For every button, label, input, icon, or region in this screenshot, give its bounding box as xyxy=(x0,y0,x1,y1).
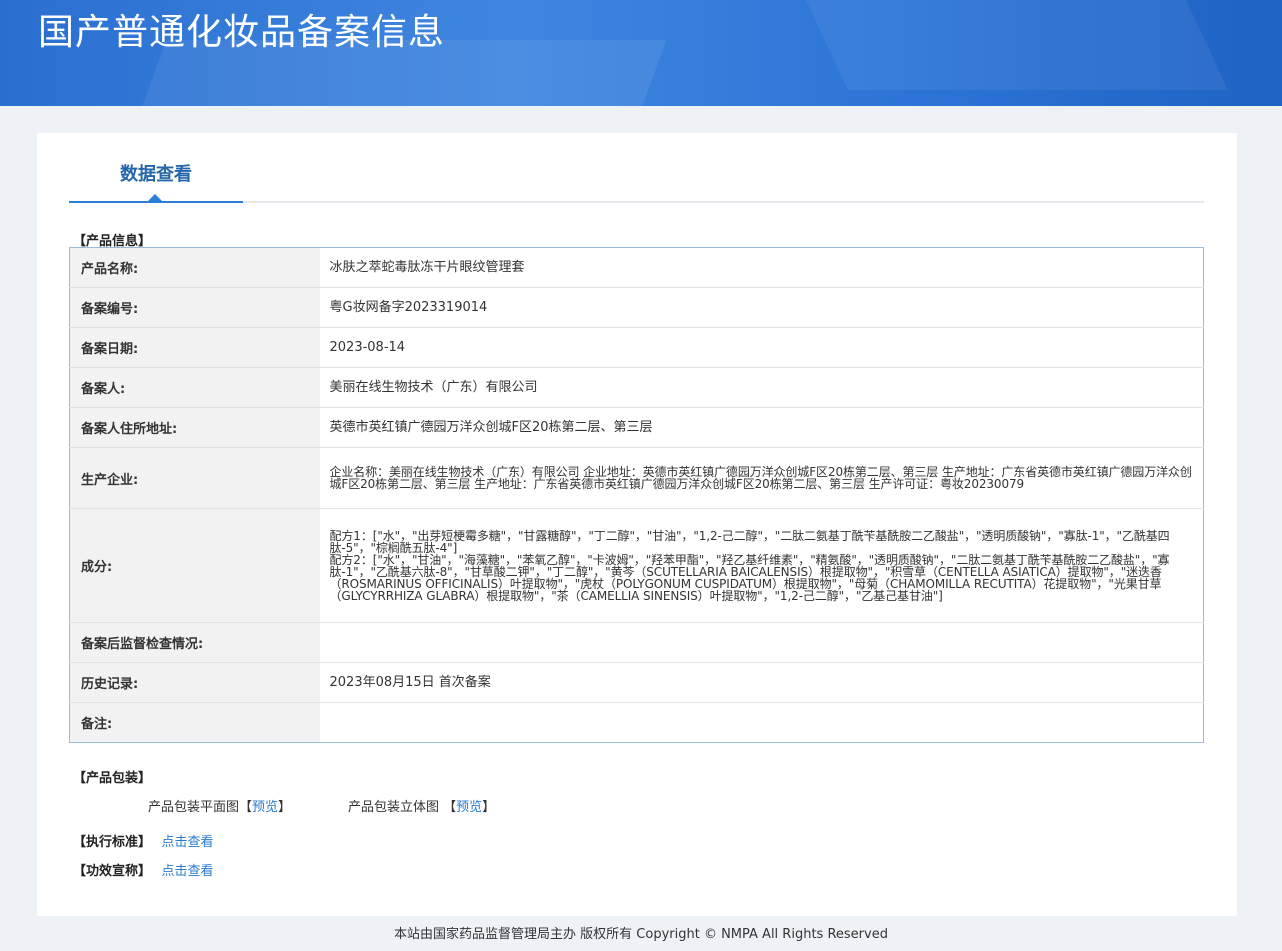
table-row: 备案人住所地址: 英德市英红镇广德园万洋众创城F区20栋第二层、第三层 xyxy=(69,407,1204,448)
row-key: 备案后监督检查情况: xyxy=(69,622,320,663)
row-key: 产品名称: xyxy=(69,247,320,288)
row-key: 备注: xyxy=(69,702,320,743)
packaging-solid-preview-link[interactable]: 预览 xyxy=(456,800,482,815)
row-value: 美丽在线生物技术（广东）有限公司 xyxy=(319,367,1204,408)
formula-1: 配方1：["水"，"出芽短梗霉多糖"，"甘露糖醇"，"丁二醇"，"甘油"，"1,… xyxy=(329,528,1170,555)
row-key: 备案人住所地址: xyxy=(69,407,320,448)
table-row: 成分: 配方1：["水"，"出芽短梗霉多糖"，"甘露糖醇"，"丁二醇"，"甘油"… xyxy=(69,508,1204,623)
row-value: 2023年08月15日 首次备案 xyxy=(319,662,1204,703)
efficacy-view-link[interactable]: 点击查看 xyxy=(162,864,214,879)
table-row: 备注: xyxy=(69,702,1204,743)
row-value: 粤G妆网备字2023319014 xyxy=(319,287,1204,328)
tab-label: 数据查看 xyxy=(120,164,192,185)
table-row: 生产企业: 企业名称：美丽在线生物技术（广东）有限公司 企业地址：英德市英红镇广… xyxy=(69,447,1204,509)
row-value xyxy=(319,622,1204,663)
tab-data-view[interactable]: 数据查看 xyxy=(69,133,243,203)
table-row: 备案编号: 粤G妆网备字2023319014 xyxy=(69,287,1204,328)
section-standard: 【执行标准】 点击查看 xyxy=(73,831,214,850)
table-row: 备案日期: 2023-08-14 xyxy=(69,327,1204,368)
table-row: 备案人: 美丽在线生物技术（广东）有限公司 xyxy=(69,367,1204,408)
row-key: 成分: xyxy=(69,508,320,623)
section-title-standard: 【执行标准】 xyxy=(73,835,152,850)
row-key: 备案人: xyxy=(69,367,320,408)
header-decoration xyxy=(792,0,1228,90)
page-header: 国产普通化妆品备案信息 xyxy=(0,0,1282,106)
tab-indicator-arrow-icon xyxy=(148,194,162,201)
table-row: 历史记录: 2023年08月15日 首次备案 xyxy=(69,662,1204,703)
packaging-solid: 产品包装立体图 【预览】 xyxy=(348,800,496,815)
table-row: 备案后监督检查情况: xyxy=(69,622,1204,663)
row-value: 2023-08-14 xyxy=(319,327,1204,368)
row-key: 备案编号: xyxy=(69,287,320,328)
page-footer: 本站由国家药品监督管理局主办 版权所有 Copyright © NMPA All… xyxy=(394,927,888,942)
row-value: 企业名称：美丽在线生物技术（广东）有限公司 企业地址：英德市英红镇广德园万洋众创… xyxy=(319,447,1204,509)
product-info-table: 产品名称: 冰肤之萃蛇毒肽冻干片眼纹管理套 备案编号: 粤G妆网备字202331… xyxy=(69,247,1204,743)
row-value: 英德市英红镇广德园万洋众创城F区20栋第二层、第三层 xyxy=(319,407,1204,448)
table-row: 产品名称: 冰肤之萃蛇毒肽冻干片眼纹管理套 xyxy=(69,247,1204,288)
page-title: 国产普通化妆品备案信息 xyxy=(38,12,446,53)
packaging-flat-preview-link[interactable]: 预览 xyxy=(252,800,278,815)
row-key: 历史记录: xyxy=(69,662,320,703)
formula-2: 配方2：["水"，"甘油"，"海藻糖"，"苯氧乙醇"，"卡波姆"，"羟苯甲酯"，… xyxy=(329,552,1170,603)
row-value: 冰肤之萃蛇毒肽冻干片眼纹管理套 xyxy=(319,247,1204,288)
row-value xyxy=(320,703,1204,743)
section-title-packaging: 【产品包装】 xyxy=(73,771,152,786)
row-key: 生产企业: xyxy=(69,447,320,509)
row-value: 配方1：["水"，"出芽短梗霉多糖"，"甘露糖醇"，"丁二醇"，"甘油"，"1,… xyxy=(319,508,1204,623)
packaging-solid-label: 产品包装立体图 xyxy=(348,800,440,815)
section-efficacy: 【功效宣称】 点击查看 xyxy=(73,860,214,879)
standard-view-link[interactable]: 点击查看 xyxy=(162,835,214,850)
tab-bar: 数据查看 xyxy=(69,133,1204,203)
section-title-efficacy: 【功效宣称】 xyxy=(73,864,152,879)
content-card: 数据查看 【产品信息】 产品名称: 冰肤之萃蛇毒肽冻干片眼纹管理套 备案编号: … xyxy=(37,133,1237,916)
packaging-flat: 产品包装平面图【预览】 xyxy=(148,800,292,815)
packaging-flat-label: 产品包装平面图 xyxy=(148,800,240,815)
row-key: 备案日期: xyxy=(69,327,320,368)
